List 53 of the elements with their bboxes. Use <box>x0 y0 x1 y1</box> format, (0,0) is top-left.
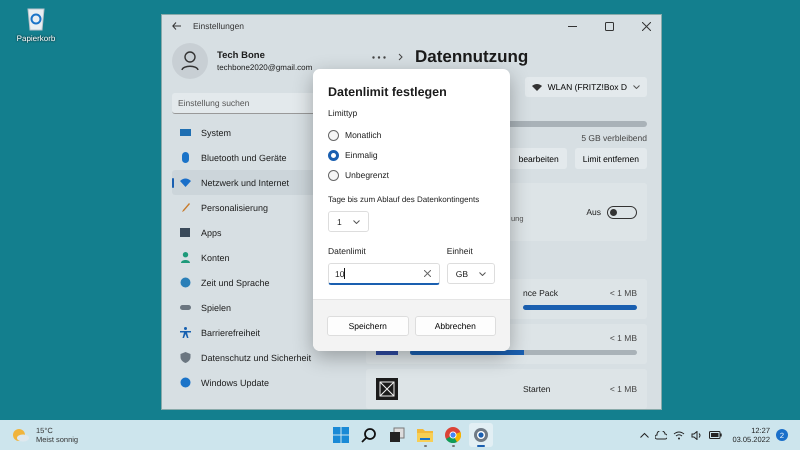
network-icon <box>180 177 191 188</box>
user-name: Tech Bone <box>217 50 266 61</box>
more-icon[interactable] <box>372 56 386 58</box>
sidebar-item[interactable]: Windows Update <box>172 370 346 395</box>
cloud-icon[interactable] <box>655 430 668 440</box>
shield-icon <box>180 352 191 363</box>
user-email: techbone2020@gmail.com <box>217 63 312 72</box>
app-usage: < 1 MB <box>610 288 637 298</box>
avatar-icon <box>172 43 208 79</box>
sidebar-item[interactable]: Datenschutz und Sicherheit <box>172 345 346 370</box>
dialog-button[interactable]: Speichern <box>327 316 408 336</box>
apps-icon <box>180 227 191 238</box>
speaker-icon[interactable] <box>691 430 704 440</box>
system-icon <box>180 127 191 138</box>
field-label: Einheit <box>446 246 474 256</box>
limit-button[interactable]: Limit entfernen <box>574 148 647 169</box>
field-label: Datenlimit <box>328 246 367 256</box>
unit-dropdown[interactable]: GB <box>446 263 495 284</box>
desktop-icon-label[interactable]: Papierkorb <box>16 34 56 43</box>
chevron-down-icon <box>633 85 640 89</box>
radio-button[interactable] <box>328 130 339 140</box>
toggle-label: Aus <box>586 207 601 217</box>
clear-icon[interactable] <box>424 270 431 277</box>
back-arrow-icon[interactable] <box>172 22 181 30</box>
brush-icon <box>180 202 191 213</box>
chevron-up-icon[interactable] <box>640 432 650 438</box>
close-icon[interactable] <box>642 22 651 30</box>
field-label: Tage bis zum Ablauf des Datenkontingents <box>328 195 480 204</box>
app-usage: < 1 MB <box>610 384 637 394</box>
accessibility-icon <box>180 327 191 338</box>
app-name: Starten <box>523 384 550 394</box>
dialog-button[interactable]: Abbrechen <box>414 316 496 336</box>
gear-icon[interactable] <box>469 423 493 447</box>
data-limit-field[interactable]: 10 <box>328 263 440 285</box>
network-dropdown[interactable]: WLAN (FRITZ!Box D <box>524 77 647 97</box>
chevron-down-icon <box>352 220 360 224</box>
toggle-switch[interactable] <box>607 206 637 218</box>
app-usage: < 1 MB <box>610 333 637 343</box>
radio-button[interactable] <box>328 170 339 180</box>
person-icon <box>180 252 191 263</box>
window-title: Einstellungen <box>193 21 244 31</box>
radio-button[interactable] <box>328 150 339 160</box>
chevron-right-icon <box>398 53 403 61</box>
maximize-icon[interactable] <box>605 22 614 30</box>
app-name: nce Pack <box>523 288 558 298</box>
wifi-icon[interactable] <box>673 430 686 440</box>
app-icon <box>376 378 398 400</box>
remaining-text: 5 GB verbleibend <box>581 133 647 143</box>
wifi-icon <box>532 83 542 91</box>
battery-icon[interactable] <box>709 431 722 439</box>
page-title: Datennutzung <box>415 47 528 67</box>
chevron-down-icon <box>479 272 486 276</box>
days-dropdown[interactable]: 1 <box>328 211 369 232</box>
